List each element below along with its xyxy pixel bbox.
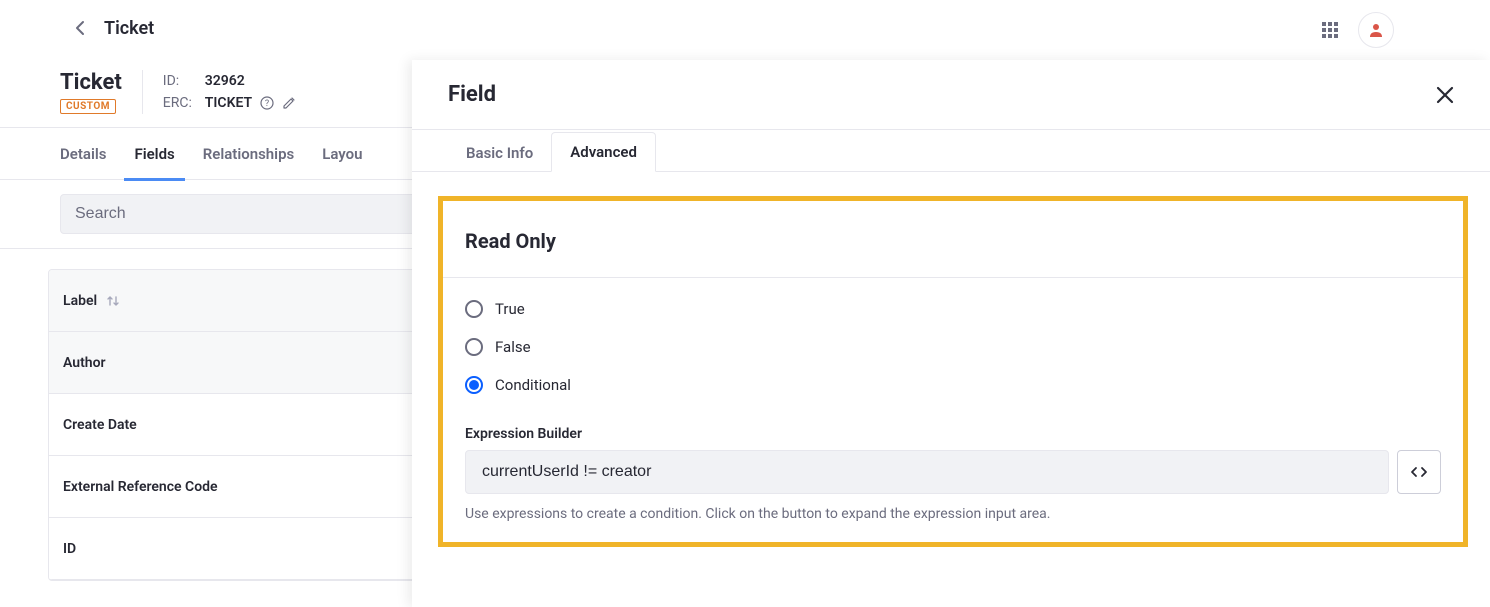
expression-help: Use expressions to create a condition. C… (465, 506, 1441, 522)
id-value: 32962 (205, 73, 245, 89)
chevron-left-icon (75, 20, 85, 36)
tab-layout[interactable]: Layou (322, 128, 362, 180)
panel-title: Field (448, 82, 496, 107)
svg-text:?: ? (265, 99, 269, 109)
expression-label: Expression Builder (465, 426, 1441, 442)
close-button[interactable] (1436, 86, 1454, 104)
radio-icon (465, 338, 483, 356)
field-panel: Field Basic Info Advanced Read Only True… (412, 60, 1490, 607)
row-label: External Reference Code (63, 479, 218, 495)
tab-details[interactable]: Details (60, 128, 106, 180)
id-label: ID: (163, 73, 197, 89)
readonly-section-title: Read Only (443, 201, 1463, 278)
table-row[interactable]: External Reference Code (49, 456, 427, 518)
user-avatar[interactable] (1358, 12, 1394, 48)
sort-icon (107, 294, 119, 308)
radio-label: Conditional (495, 376, 571, 394)
table-row[interactable]: Author (49, 332, 427, 394)
info-button[interactable]: ? (260, 96, 274, 110)
apps-menu-button[interactable] (1314, 14, 1346, 46)
table-header-label[interactable]: Label (49, 270, 427, 332)
divider (142, 70, 143, 114)
expand-expression-button[interactable] (1397, 450, 1441, 494)
search-input[interactable] (60, 194, 420, 234)
readonly-highlight: Read Only True False Conditional Express… (438, 196, 1468, 547)
table-row[interactable]: ID (49, 518, 427, 580)
row-label: Author (63, 355, 106, 371)
custom-badge: CUSTOM (60, 99, 116, 114)
radio-icon (465, 300, 483, 318)
expression-input[interactable] (465, 450, 1389, 494)
breadcrumb: Ticket (104, 18, 154, 39)
back-button[interactable] (64, 12, 96, 44)
edit-button[interactable] (282, 96, 296, 110)
radio-label: True (495, 300, 525, 318)
user-icon (1368, 22, 1384, 38)
panel-tab-advanced[interactable]: Advanced (551, 132, 656, 172)
radio-icon (465, 376, 483, 394)
code-icon (1410, 466, 1428, 478)
question-circle-icon: ? (260, 96, 274, 110)
row-label: Create Date (63, 417, 137, 433)
panel-tab-basic[interactable]: Basic Info (448, 134, 551, 172)
column-label: Label (63, 293, 97, 309)
erc-value: TICKET (205, 95, 252, 111)
radio-label: False (495, 338, 531, 356)
pencil-icon (282, 96, 296, 110)
close-icon (1436, 86, 1454, 104)
grid-icon (1322, 22, 1338, 38)
radio-false[interactable]: False (465, 338, 1441, 356)
row-label: ID (63, 541, 76, 557)
tab-fields[interactable]: Fields (134, 128, 174, 180)
radio-conditional[interactable]: Conditional (465, 376, 1441, 394)
erc-label: ERC: (163, 95, 197, 111)
radio-true[interactable]: True (465, 300, 1441, 318)
entity-name: Ticket (60, 70, 122, 95)
tab-relationships[interactable]: Relationships (203, 128, 295, 180)
table-row[interactable]: Create Date (49, 394, 427, 456)
